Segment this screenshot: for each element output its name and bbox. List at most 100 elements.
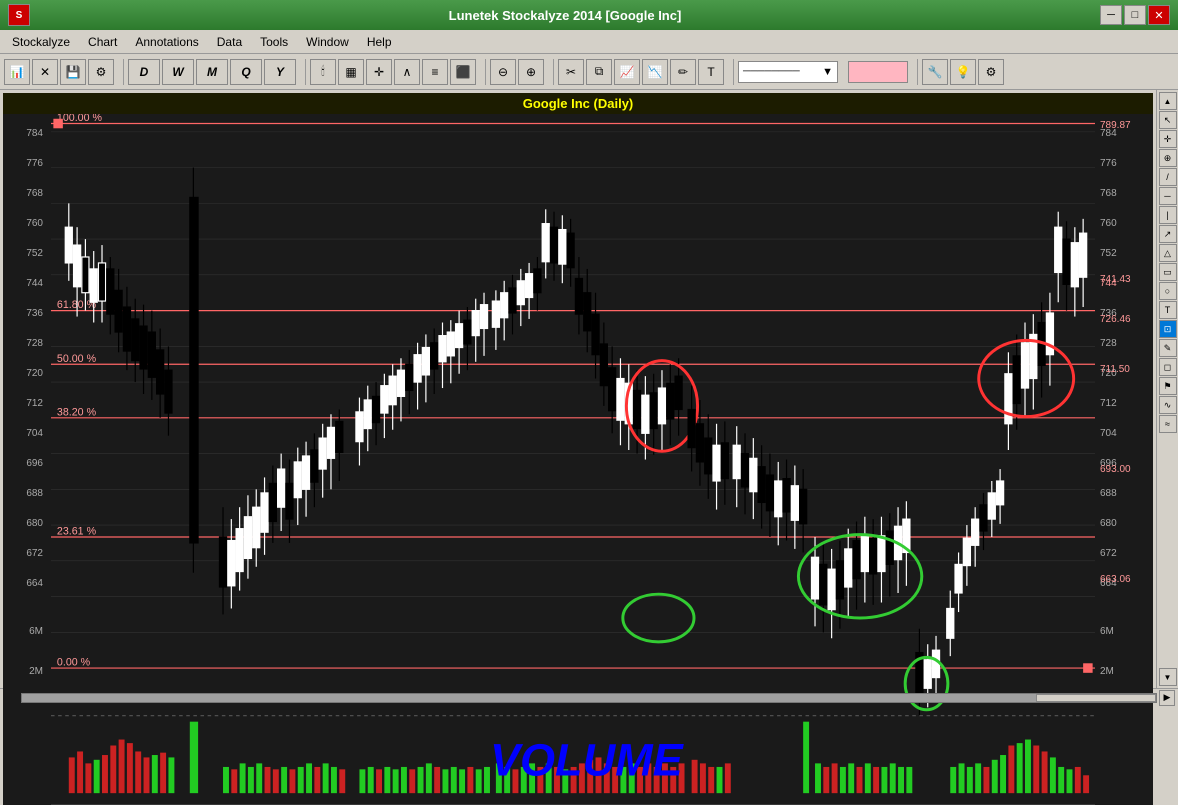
- tb-color-picker[interactable]: [848, 61, 908, 83]
- svg-text:2M: 2M: [1100, 666, 1114, 677]
- cursor-tool-btn[interactable]: ⊡: [1159, 320, 1177, 338]
- rect-tool-btn[interactable]: ▭: [1159, 263, 1177, 281]
- svg-text:6M: 6M: [29, 626, 43, 637]
- svg-text:752: 752: [1100, 248, 1117, 259]
- tb-timeframe-w[interactable]: W: [162, 59, 194, 85]
- tb-line-style-dropdown[interactable]: ──────── ▼: [738, 61, 838, 83]
- menu-data[interactable]: Data: [209, 33, 250, 51]
- pointer-tool-btn[interactable]: ↖: [1159, 111, 1177, 129]
- svg-text:789.87: 789.87: [1100, 120, 1131, 131]
- hline-tool-btn[interactable]: ─: [1159, 187, 1177, 205]
- svg-text:680: 680: [26, 518, 43, 529]
- tb-cross-btn[interactable]: ✛: [366, 59, 392, 85]
- svg-text:680: 680: [1100, 518, 1117, 529]
- svg-text:704: 704: [26, 428, 43, 439]
- menu-help[interactable]: Help: [359, 33, 400, 51]
- toolbar-save-btn[interactable]: 💾: [60, 59, 86, 85]
- svg-text:688: 688: [1100, 488, 1117, 499]
- flag-tool-btn[interactable]: ⚑: [1159, 377, 1177, 395]
- right-sidebar: ▲ ↖ ✛ ⊕ / ─ | ↗ △ ▭ ○ T ⊡ ✎ ◻ ⚑ ∿ ≈ ▼: [1156, 90, 1178, 688]
- menu-bar: Stockalyze Chart Annotations Data Tools …: [0, 30, 1178, 54]
- tb-timeframe-y[interactable]: Y: [264, 59, 296, 85]
- svg-text:696: 696: [26, 458, 43, 469]
- toolbar-bar-chart-btn[interactable]: 📊: [4, 59, 30, 85]
- scrollbar-track[interactable]: [21, 693, 1157, 703]
- tb-gear2-btn[interactable]: ⚙: [978, 59, 1004, 85]
- toolbar-sep-5: [728, 59, 734, 85]
- vline-tool-btn[interactable]: |: [1159, 206, 1177, 224]
- menu-annotations[interactable]: Annotations: [127, 33, 206, 51]
- tb-lightbulb-btn[interactable]: 💡: [950, 59, 976, 85]
- text-tool-btn[interactable]: T: [1159, 301, 1177, 319]
- svg-text:50.00 %: 50.00 %: [57, 353, 97, 365]
- tb-indicator-btn[interactable]: 📈: [614, 59, 640, 85]
- scroll-down-btn[interactable]: ▼: [1159, 668, 1177, 686]
- menu-tools[interactable]: Tools: [252, 33, 296, 51]
- toolbar: 📊 ✕ 💾 ⚙ D W M Q Y 🕯 ▦ ✛ ∧ ≡ ⬛ ⊖ ⊕ ✂ ⧉ 📈 …: [0, 54, 1178, 90]
- scrollbar-thumb[interactable]: [1036, 694, 1156, 702]
- menu-chart[interactable]: Chart: [80, 33, 125, 51]
- arrow-tool-btn[interactable]: ↗: [1159, 225, 1177, 243]
- menu-stockalyze[interactable]: Stockalyze: [4, 33, 78, 51]
- toolbar-sep-3: [480, 59, 486, 85]
- zoom-tool-btn[interactable]: ⊕: [1159, 149, 1177, 167]
- svg-text:712: 712: [1100, 398, 1117, 409]
- svg-text:672: 672: [26, 548, 43, 559]
- tb-line-btn[interactable]: ∧: [394, 59, 420, 85]
- svg-text:776: 776: [26, 158, 43, 169]
- svg-text:776: 776: [1100, 158, 1117, 169]
- pencil-tool-btn[interactable]: ✎: [1159, 339, 1177, 357]
- scroll-right-btn[interactable]: ▶: [1159, 690, 1175, 706]
- toolbar-x-btn[interactable]: ✕: [32, 59, 58, 85]
- fib-tool-btn[interactable]: △: [1159, 244, 1177, 262]
- tb-timeframe-m[interactable]: M: [196, 59, 228, 85]
- svg-text:664: 664: [26, 578, 43, 589]
- svg-text:672: 672: [1100, 548, 1117, 559]
- tb-area-btn[interactable]: ≡: [422, 59, 448, 85]
- ellipse-tool-btn[interactable]: ○: [1159, 282, 1177, 300]
- svg-text:744: 744: [26, 278, 43, 289]
- toolbar-settings-btn[interactable]: ⚙: [88, 59, 114, 85]
- crosshair-tool-btn[interactable]: ✛: [1159, 130, 1177, 148]
- svg-text:663.06: 663.06: [1100, 574, 1131, 585]
- tb-timeframe-d[interactable]: D: [128, 59, 160, 85]
- svg-text:100.00 %: 100.00 %: [57, 114, 103, 124]
- menu-window[interactable]: Window: [298, 33, 357, 51]
- window-title: Lunetek Stockalyze 2014 [Google Inc]: [30, 8, 1100, 23]
- tb-candlestick-btn[interactable]: 🕯: [310, 59, 336, 85]
- scroll-up-btn[interactable]: ▲: [1159, 92, 1177, 110]
- svg-text:728: 728: [26, 338, 43, 349]
- svg-text:741.43: 741.43: [1100, 274, 1131, 285]
- tb-text-btn[interactable]: T: [698, 59, 724, 85]
- tb-study-btn[interactable]: 📉: [642, 59, 668, 85]
- wave-tool-btn[interactable]: ∿: [1159, 396, 1177, 414]
- tb-draw-btn[interactable]: ✏: [670, 59, 696, 85]
- close-button[interactable]: ✕: [1148, 5, 1170, 25]
- tb-copy-btn[interactable]: ⧉: [586, 59, 612, 85]
- svg-text:760: 760: [26, 218, 43, 229]
- tb-scissors-btn[interactable]: ✂: [558, 59, 584, 85]
- line-tool-btn[interactable]: /: [1159, 168, 1177, 186]
- app-logo: S: [8, 4, 30, 26]
- title-bar: S Lunetek Stockalyze 2014 [Google Inc] ─…: [0, 0, 1178, 30]
- svg-text:726.46: 726.46: [1100, 314, 1131, 325]
- tb-zoom-out-btn[interactable]: ⊖: [490, 59, 516, 85]
- svg-text:38.20 %: 38.20 %: [57, 406, 97, 418]
- maximize-button[interactable]: □: [1124, 5, 1146, 25]
- svg-text:712: 712: [26, 398, 43, 409]
- tb-timeframe-q[interactable]: Q: [230, 59, 262, 85]
- svg-text:6M: 6M: [1100, 626, 1114, 637]
- toolbar-sep-6: [912, 59, 918, 85]
- pattern-tool-btn[interactable]: ≈: [1159, 415, 1177, 433]
- svg-text:711.50: 711.50: [1100, 364, 1130, 375]
- svg-text:784: 784: [26, 128, 43, 139]
- tb-zoom-in-btn[interactable]: ⊕: [518, 59, 544, 85]
- svg-text:768: 768: [26, 188, 43, 199]
- tb-wrench-btn[interactable]: 🔧: [922, 59, 948, 85]
- eraser-tool-btn[interactable]: ◻: [1159, 358, 1177, 376]
- svg-text:2M: 2M: [29, 666, 43, 677]
- minimize-button[interactable]: ─: [1100, 5, 1122, 25]
- svg-text:693.00: 693.00: [1100, 464, 1131, 475]
- tb-bar-btn[interactable]: ▦: [338, 59, 364, 85]
- tb-volume-btn[interactable]: ⬛: [450, 59, 476, 85]
